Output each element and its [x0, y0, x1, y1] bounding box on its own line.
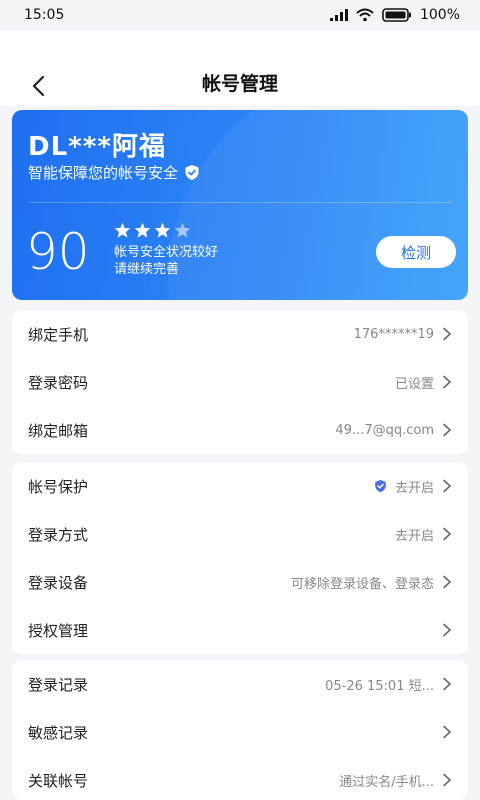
star-filled-icon	[154, 222, 171, 238]
list-row[interactable]: 敏感记录	[28, 708, 452, 756]
row-label: 帐号保护	[28, 477, 89, 496]
star-empty-icon	[174, 222, 191, 238]
row-right: 去开启	[374, 477, 452, 496]
list-row[interactable]: 帐号保护 去开启	[28, 462, 452, 510]
list-row[interactable]: 登录记录 05-26 15:01 短...	[28, 660, 452, 708]
row-value: 去开启	[394, 480, 434, 496]
status-time: 15:05	[24, 7, 65, 23]
account-subtitle-text: 智能保障您的帐号安全	[28, 164, 179, 182]
chevron-right-icon	[443, 375, 451, 389]
row-value: 49...7@qq.com	[335, 422, 434, 438]
row-right: 去开启	[395, 525, 452, 544]
chevron-right-icon	[443, 423, 451, 437]
row-right: 已设置	[395, 373, 452, 392]
chevron-right-icon	[443, 677, 451, 691]
security-desc-line1: 帐号安全状况较好	[114, 245, 219, 260]
account-name: DL***阿福	[28, 132, 166, 162]
chevron-right-icon	[443, 773, 451, 787]
row-value: 去开启	[394, 528, 434, 544]
shield-icon	[375, 479, 386, 493]
list-row[interactable]: 登录方式 去开启	[28, 510, 452, 558]
row-label: 登录密码	[28, 373, 89, 392]
row-value: 通过实名/手机...	[339, 774, 434, 790]
account-binding-group: 绑定手机 176******19 登录密码 已设置绑定邮箱 49...7@qq.com	[12, 310, 468, 454]
row-label: 绑定手机	[28, 325, 89, 344]
row-label: 授权管理	[28, 621, 89, 640]
account-subtitle: 智能保障您的帐号安全	[28, 162, 200, 183]
row-label: 绑定邮箱	[28, 421, 89, 440]
header: 帐号管理	[0, 30, 480, 106]
row-value: 可移除登录设备、登录态	[290, 576, 434, 592]
list-row[interactable]: 授权管理	[28, 606, 452, 654]
row-right: 通过实名/手机...	[339, 771, 452, 790]
chevron-right-icon	[443, 725, 451, 739]
row-right	[434, 725, 452, 739]
row-right: 176******19	[354, 327, 452, 342]
security-description: 帐号安全状况较好 请继续完善	[114, 244, 218, 278]
security-stars	[114, 222, 191, 238]
page-title: 帐号管理	[201, 72, 278, 95]
row-right: 49...7@qq.com	[335, 423, 452, 438]
row-value: 已设置	[394, 376, 434, 392]
chevron-right-icon	[443, 623, 451, 637]
detect-button[interactable]: 检测	[376, 236, 456, 268]
status-icons: 100%	[329, 7, 460, 23]
battery-icon	[382, 8, 411, 22]
row-label: 关联帐号	[28, 771, 89, 790]
back-button[interactable]	[20, 68, 56, 104]
list-row[interactable]: 绑定邮箱 49...7@qq.com	[28, 406, 452, 454]
chevron-right-icon	[443, 479, 451, 493]
row-right: 05-26 15:01 短...	[325, 675, 452, 694]
row-right: 可移除登录设备、登录态	[291, 573, 452, 592]
row-value: 05-26 15:01 短...	[325, 678, 434, 694]
account-protection-group: 帐号保护 去开启 登录方式 去开启 登录设备 可移除登录设备、登录态 授权管理	[12, 462, 468, 654]
shield-check-icon	[185, 165, 199, 180]
chevron-right-icon	[443, 327, 451, 341]
star-filled-icon	[134, 222, 151, 238]
security-desc-line2: 请继续完善	[114, 262, 180, 277]
row-label: 登录记录	[28, 675, 89, 694]
list-row[interactable]: 绑定手机 176******19	[28, 310, 452, 358]
status-bar: 15:05 100%	[0, 0, 480, 30]
wifi-icon	[356, 8, 374, 22]
chevron-right-icon	[443, 527, 451, 541]
row-value: 176******19	[353, 326, 434, 342]
security-score-card: DL***阿福 智能保障您的帐号安全 90 帐号安全状况较好 请继续完善 检测	[12, 110, 468, 300]
back-arrow-icon	[32, 75, 45, 97]
list-row[interactable]: 登录密码 已设置	[28, 358, 452, 406]
records-group: 登录记录 05-26 15:01 短... 敏感记录关联帐号 通过实名/手机...	[12, 660, 468, 800]
row-right	[434, 623, 452, 637]
star-filled-icon	[114, 222, 131, 238]
row-label: 登录方式	[28, 525, 89, 544]
list-row[interactable]: 关联帐号 通过实名/手机...	[28, 756, 452, 800]
security-score: 90	[26, 223, 90, 281]
row-label: 敏感记录	[28, 723, 89, 742]
signal-icon	[329, 9, 348, 21]
battery-percent: 100%	[419, 7, 460, 23]
row-label: 登录设备	[28, 573, 89, 592]
chevron-right-icon	[443, 575, 451, 589]
card-divider	[28, 202, 452, 203]
list-row[interactable]: 登录设备 可移除登录设备、登录态	[28, 558, 452, 606]
